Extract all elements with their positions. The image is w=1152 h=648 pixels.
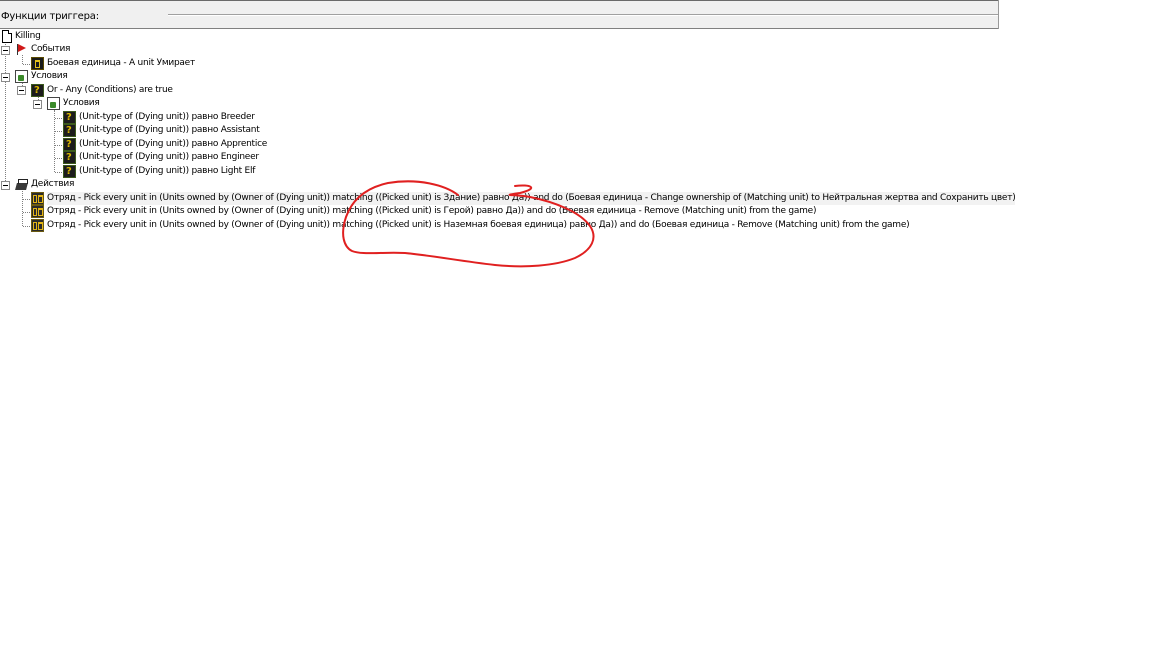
condition-icon: [63, 111, 76, 124]
condition-label: (Unit-type of (Dying unit)) равно Breede…: [79, 112, 255, 122]
sub-conditions-collapse-toggle[interactable]: [33, 100, 42, 109]
condition-item[interactable]: (Unit-type of (Dying unit)) равно Engine…: [63, 151, 259, 164]
action-label: Отряд - Pick every unit in (Units owned …: [47, 192, 1016, 205]
conditions-icon: [47, 97, 60, 110]
unit-icon: [31, 57, 44, 70]
tree-root-killing[interactable]: Killing: [2, 30, 41, 43]
condition-label: (Unit-type of (Dying unit)) равно Light …: [79, 166, 256, 176]
action-item[interactable]: Отряд - Pick every unit in (Units owned …: [31, 205, 816, 218]
actions-collapse-toggle[interactable]: [1, 181, 10, 190]
panel-right-edge: [998, 0, 999, 29]
condition-item[interactable]: (Unit-type of (Dying unit)) равно Breede…: [63, 111, 255, 124]
event-unit-dies[interactable]: Боевая единица - A unit Умирает: [31, 57, 195, 70]
or-collapse-toggle[interactable]: [17, 86, 26, 95]
action-label: Отряд - Pick every unit in (Units owned …: [47, 220, 910, 230]
condition-item[interactable]: (Unit-type of (Dying unit)) равно Assist…: [63, 124, 260, 137]
condition-label: (Unit-type of (Dying unit)) равно Appren…: [79, 139, 268, 149]
sub-conditions-node[interactable]: Условия: [47, 97, 100, 110]
condition-icon: [63, 138, 76, 151]
tree-actions-node[interactable]: Действия: [15, 178, 74, 191]
tree-connector: [22, 191, 23, 226]
or-condition-label: Or - Any (Conditions) are true: [47, 85, 173, 95]
events-collapse-toggle[interactable]: [1, 46, 10, 55]
events-label: События: [31, 44, 71, 54]
condition-icon: [63, 165, 76, 178]
document-icon: [2, 30, 12, 43]
tree-root-label: Killing: [15, 31, 41, 41]
condition-item[interactable]: (Unit-type of (Dying unit)) равно Appren…: [63, 138, 267, 151]
condition-icon: [31, 84, 44, 97]
red-flag-icon: [15, 43, 28, 56]
tree-connector: [23, 199, 30, 200]
header-separator: [168, 14, 999, 16]
tree-connector: [23, 226, 30, 227]
conditions-icon: [15, 70, 28, 83]
unit-group-icon: [31, 219, 44, 232]
action-item[interactable]: Отряд - Pick every unit in (Units owned …: [31, 192, 1016, 205]
event-label: Боевая единица - A unit Умирает: [47, 58, 195, 68]
tree-connector: [23, 64, 30, 65]
action-item[interactable]: Отряд - Pick every unit in (Units owned …: [31, 219, 910, 232]
trigger-functions-header: Функции триггера:: [0, 0, 999, 29]
tree-connector: [5, 42, 6, 185]
actions-label: Действия: [31, 179, 75, 189]
tree-connector: [23, 212, 30, 213]
tree-connector: [55, 158, 62, 159]
unit-group-icon: [31, 192, 44, 205]
tree-connector: [22, 55, 23, 64]
clapperboard-icon: [15, 178, 28, 191]
tree-events-node[interactable]: События: [15, 43, 70, 56]
header-top-border: [0, 0, 999, 1]
tree-connector: [55, 131, 62, 132]
trigger-editor-screenshot: Функции триггера: Killing События Боевая…: [0, 0, 1152, 648]
tree-connector: [55, 118, 62, 119]
trigger-tree: Killing События Боевая единица - A unit …: [0, 29, 1016, 239]
trigger-functions-title: Функции триггера:: [1, 11, 99, 22]
condition-or-node[interactable]: Or - Any (Conditions) are true: [31, 84, 173, 97]
condition-label: (Unit-type of (Dying unit)) равно Assist…: [79, 125, 260, 135]
condition-icon: [63, 124, 76, 137]
unit-group-icon: [31, 205, 44, 218]
tree-connector: [54, 110, 55, 172]
condition-item[interactable]: (Unit-type of (Dying unit)) равно Light …: [63, 165, 255, 178]
tree-connector: [55, 172, 62, 173]
tree-conditions-node[interactable]: Условия: [15, 70, 68, 83]
conditions-label: Условия: [31, 71, 68, 81]
conditions-collapse-toggle[interactable]: [1, 73, 10, 82]
tree-connector: [55, 145, 62, 146]
sub-conditions-label: Условия: [63, 98, 100, 108]
condition-icon: [63, 151, 76, 164]
condition-label: (Unit-type of (Dying unit)) равно Engine…: [79, 152, 259, 162]
action-label: Отряд - Pick every unit in (Units owned …: [47, 206, 817, 216]
